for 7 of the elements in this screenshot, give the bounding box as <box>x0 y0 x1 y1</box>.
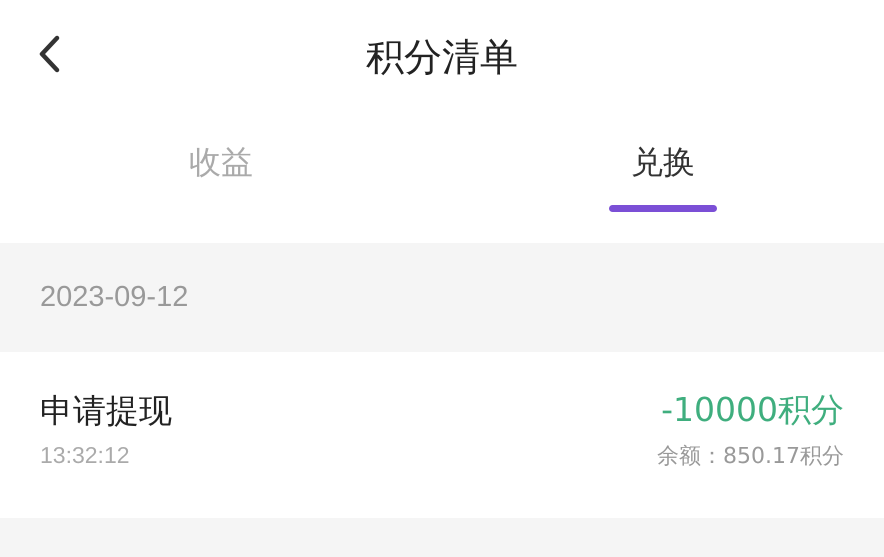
points-amount: -10000积分 <box>661 388 844 430</box>
record-title: 申请提现 <box>40 390 172 432</box>
record-time: 13:32:12 <box>40 442 131 469</box>
balance-text: 余额：850.17积分 <box>657 442 844 470</box>
tab[interactable]: 兑换 <box>631 141 695 185</box>
date-label: 2023-09-12 <box>40 281 188 314</box>
page-title: 积分清单 <box>366 34 518 81</box>
